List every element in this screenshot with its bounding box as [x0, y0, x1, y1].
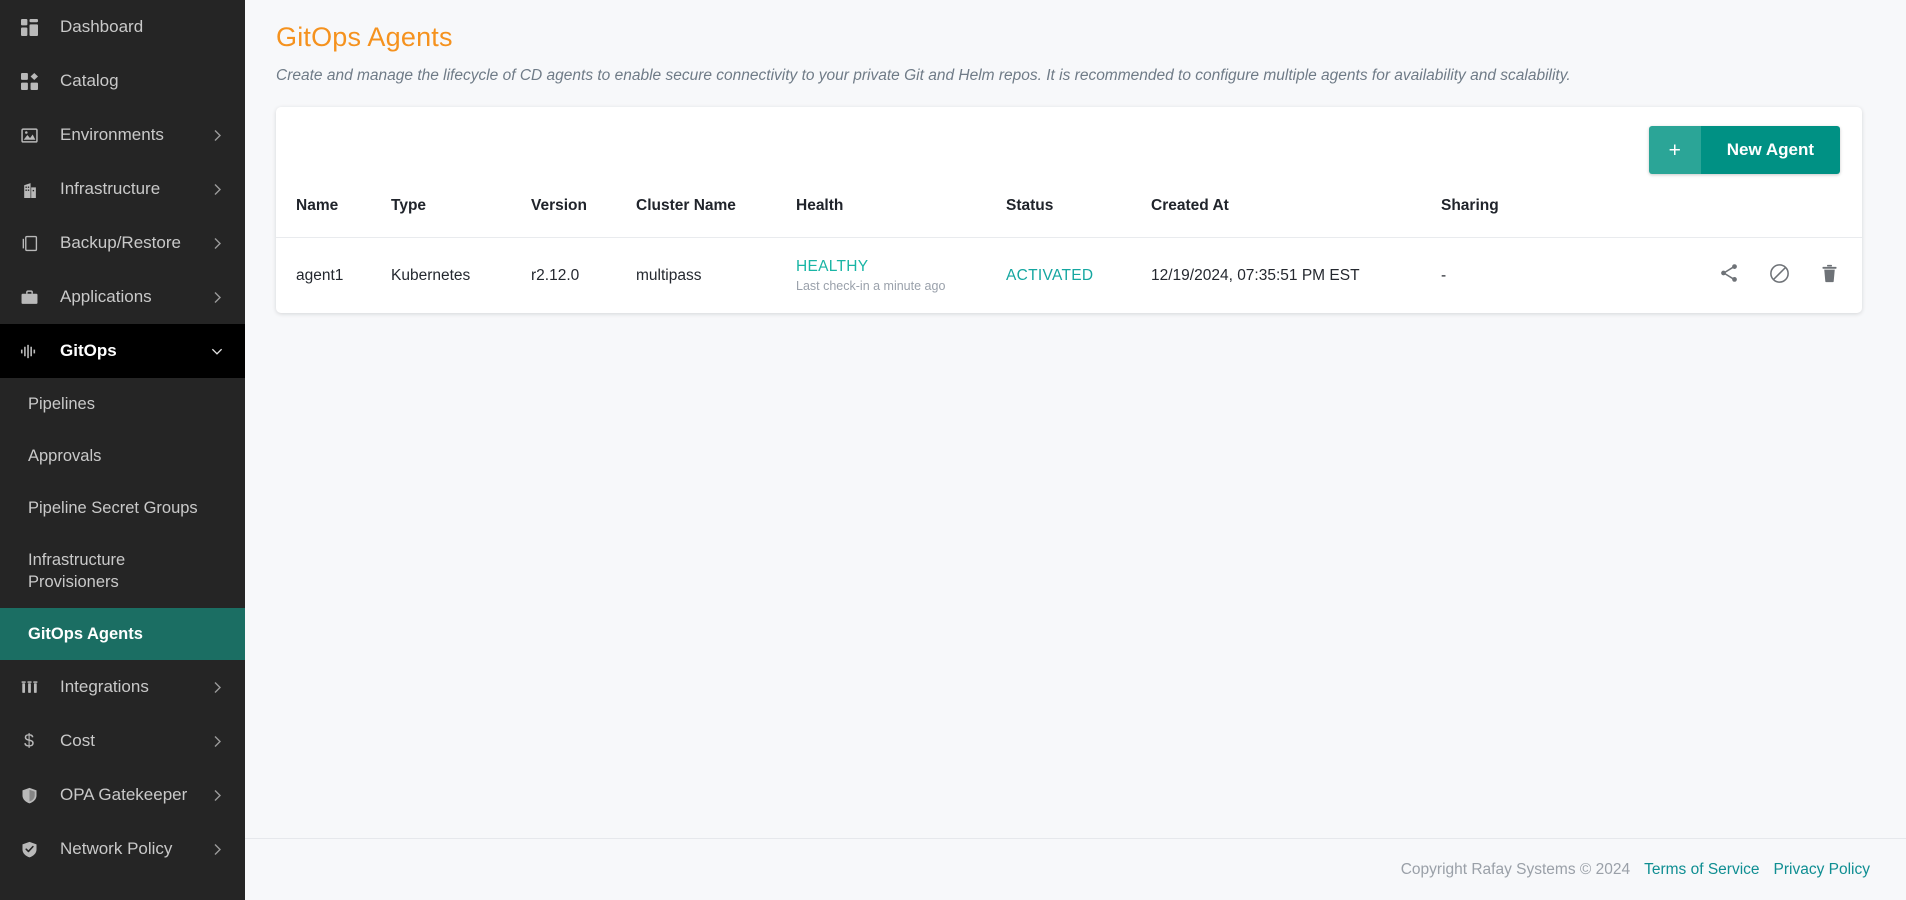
sidebar-subitem-label: GitOps Agents	[28, 624, 143, 643]
sidebar-item-network-policy[interactable]: Network Policy	[0, 822, 245, 876]
new-agent-button[interactable]: + New Agent	[1648, 126, 1840, 174]
shield-icon	[16, 787, 42, 804]
chevron-right-icon	[211, 789, 223, 802]
sidebar-item-label: OPA Gatekeeper	[60, 785, 188, 804]
sidebar-item-label: Network Policy	[60, 839, 173, 858]
chevron-right-icon	[211, 681, 223, 694]
footer: Copyright Rafay Systems © 2024 Terms of …	[245, 838, 1906, 900]
sidebar-subitem-gitops-agents[interactable]: GitOps Agents	[0, 608, 245, 660]
row-action-group	[1718, 262, 1840, 285]
chevron-right-icon	[211, 237, 223, 250]
cell-status: ACTIVATED	[1006, 237, 1151, 313]
backup-restore-icon	[16, 235, 42, 252]
chevron-right-icon	[211, 735, 223, 748]
sidebar-item-catalog[interactable]: Catalog	[0, 54, 245, 108]
chevron-right-icon	[211, 291, 223, 304]
sidebar-subitem-label: Pipeline Secret Groups	[28, 498, 198, 517]
terms-of-service-link[interactable]: Terms of Service	[1644, 861, 1759, 879]
column-header-cluster-name[interactable]: Cluster Name	[636, 193, 796, 238]
table-header: Name Type Version Cluster Name Health St…	[276, 193, 1862, 238]
sidebar-subitem-label: Approvals	[28, 446, 102, 465]
sidebar-item-label: Applications	[60, 287, 152, 306]
chevron-right-icon	[211, 183, 223, 196]
cell-created-at: 12/19/2024, 07:35:51 PM EST	[1151, 237, 1441, 313]
sidebar-item-label: Cost	[60, 731, 95, 750]
share-icon[interactable]	[1718, 262, 1740, 284]
sidebar-item-environments[interactable]: Environments	[0, 108, 245, 162]
cell-type: Kubernetes	[391, 237, 531, 313]
content-region: GitOps Agents Create and manage the life…	[245, 0, 1906, 838]
footer-copyright: Copyright Rafay Systems © 2024	[1400, 860, 1631, 878]
app-root: Dashboard Catalog Environments Infrastru…	[0, 0, 1906, 900]
table-header-row: Name Type Version Cluster Name Health St…	[276, 193, 1862, 238]
integrations-icon	[16, 679, 42, 696]
new-agent-button-label: New Agent	[1700, 126, 1840, 174]
column-header-name[interactable]: Name	[276, 193, 391, 238]
sidebar-item-opa-gatekeeper[interactable]: OPA Gatekeeper	[0, 768, 245, 822]
cell-version: r2.12.0	[531, 237, 636, 313]
sidebar-item-label: Backup/Restore	[60, 233, 181, 252]
sidebar-item-label: GitOps	[60, 341, 117, 360]
applications-icon	[16, 289, 42, 306]
sidebar-item-dashboard[interactable]: Dashboard	[0, 0, 245, 54]
cell-sharing: -	[1441, 237, 1601, 313]
card-toolbar: + New Agent	[276, 107, 1862, 193]
sidebar-item-label: Infrastructure	[60, 179, 161, 198]
sidebar-item-label: Catalog	[60, 71, 119, 90]
agents-table: Name Type Version Cluster Name Health St…	[276, 193, 1862, 313]
sidebar-item-label: Integrations	[60, 677, 149, 696]
cell-health: HEALTHY Last check-in a minute ago	[796, 237, 1006, 313]
column-header-actions	[1601, 193, 1862, 238]
health-last-check-in: Last check-in a minute ago	[796, 279, 946, 293]
column-header-status[interactable]: Status	[1006, 193, 1151, 238]
sidebar-item-gitops[interactable]: GitOps	[0, 324, 245, 378]
sidebar-item-cost[interactable]: $ Cost	[0, 714, 245, 768]
dashboard-icon	[16, 18, 42, 36]
main-area: GitOps Agents Create and manage the life…	[245, 0, 1906, 900]
disable-icon[interactable]	[1768, 262, 1791, 285]
column-header-type[interactable]: Type	[391, 193, 531, 238]
column-header-health[interactable]: Health	[796, 193, 1006, 238]
sidebar-subitem-label: Infrastructure Provisioners	[28, 550, 126, 591]
column-header-sharing[interactable]: Sharing	[1441, 193, 1601, 238]
page-title: GitOps Agents	[276, 22, 453, 52]
delete-icon[interactable]	[1819, 263, 1840, 284]
chevron-right-icon	[211, 843, 223, 856]
chevron-down-icon	[211, 347, 223, 356]
table-body: agent1 Kubernetes r2.12.0 multipass HEAL…	[276, 237, 1862, 313]
cell-cluster-name: multipass	[636, 237, 796, 313]
plus-icon: +	[1648, 126, 1701, 174]
sidebar-subitem-pipeline-secret-groups[interactable]: Pipeline Secret Groups	[0, 482, 245, 534]
sidebar: Dashboard Catalog Environments Infrastru…	[0, 0, 245, 900]
sidebar-item-integrations[interactable]: Integrations	[0, 660, 245, 714]
status-badge: ACTIVATED	[1006, 266, 1094, 284]
sidebar-subitem-pipelines[interactable]: Pipelines	[0, 378, 245, 430]
sidebar-item-label: Environments	[60, 125, 164, 144]
table-row[interactable]: agent1 Kubernetes r2.12.0 multipass HEAL…	[276, 237, 1862, 313]
column-header-version[interactable]: Version	[531, 193, 636, 238]
cell-name[interactable]: agent1	[276, 237, 391, 313]
cost-icon: $	[23, 730, 34, 751]
environments-icon	[16, 127, 42, 144]
gitops-icon	[16, 343, 42, 360]
sidebar-item-label: Dashboard	[60, 17, 144, 36]
sidebar-subitem-approvals[interactable]: Approvals	[0, 430, 245, 482]
sidebar-item-backup-restore[interactable]: Backup/Restore	[0, 216, 245, 270]
page-description: Create and manage the lifecycle of CD ag…	[276, 67, 1571, 84]
sidebar-item-applications[interactable]: Applications	[0, 270, 245, 324]
shield-check-icon	[16, 841, 42, 858]
column-header-created-at[interactable]: Created At	[1151, 193, 1441, 238]
cell-actions	[1601, 237, 1862, 313]
health-badge: HEALTHY	[796, 258, 869, 275]
privacy-policy-link[interactable]: Privacy Policy	[1774, 861, 1870, 879]
chevron-right-icon	[211, 129, 223, 142]
sidebar-subitem-label: Pipelines	[28, 394, 95, 413]
sidebar-item-infrastructure[interactable]: Infrastructure	[0, 162, 245, 216]
infrastructure-icon	[16, 181, 42, 198]
sidebar-subitem-infrastructure-provisioners[interactable]: Infrastructure Provisioners	[0, 534, 245, 608]
catalog-icon	[16, 72, 42, 90]
agents-card: + New Agent Name Type Version Cluster Na…	[276, 107, 1862, 313]
